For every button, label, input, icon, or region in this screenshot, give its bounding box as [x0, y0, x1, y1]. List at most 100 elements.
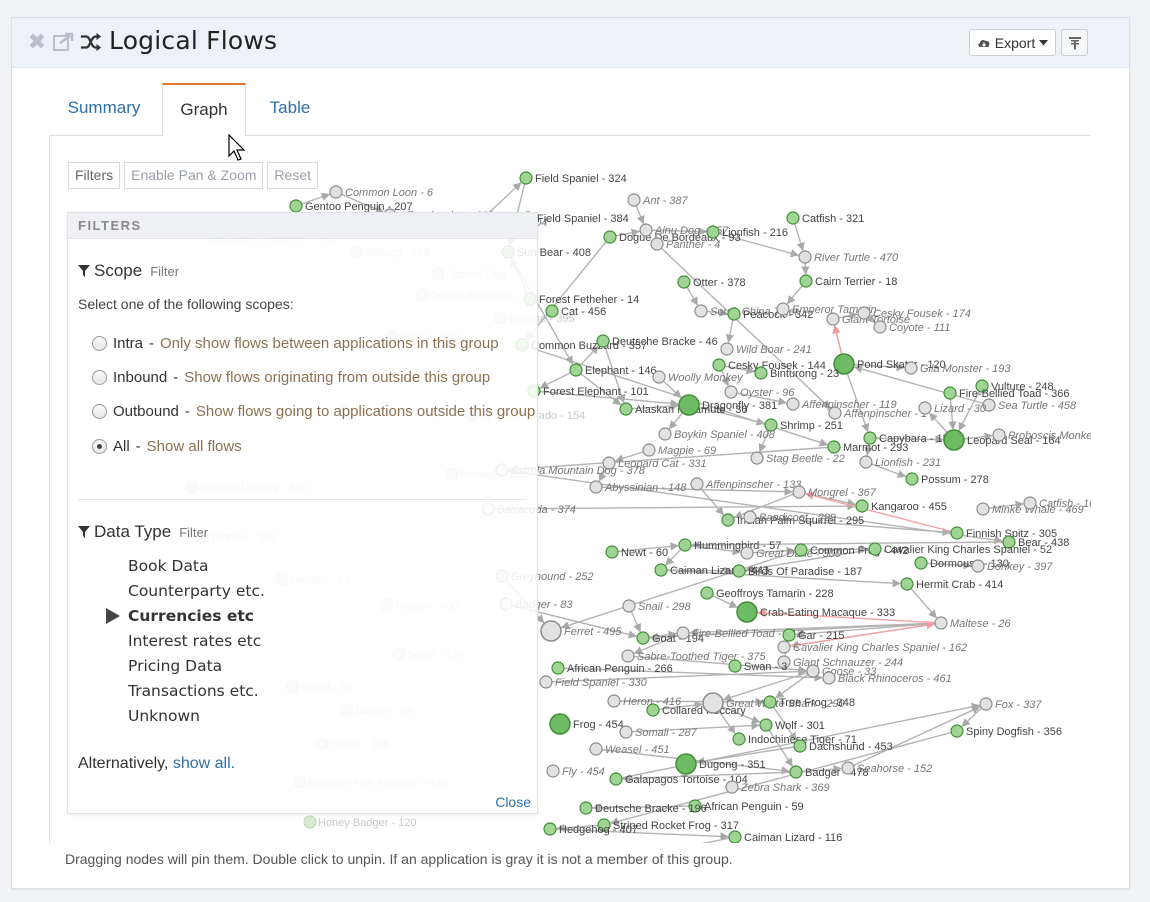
- graph-node[interactable]: [855, 499, 869, 513]
- graph-node[interactable]: [725, 780, 739, 794]
- graph-node[interactable]: [750, 451, 764, 465]
- graph-node[interactable]: [678, 538, 692, 552]
- graph-node[interactable]: [605, 545, 619, 559]
- graph-node[interactable]: [607, 694, 621, 708]
- graph-node[interactable]: [712, 358, 726, 372]
- graph-node[interactable]: [539, 675, 553, 689]
- graph-node[interactable]: [546, 764, 560, 778]
- graph-node[interactable]: [904, 361, 918, 375]
- graph-node[interactable]: [720, 342, 734, 356]
- graph-node[interactable]: [636, 631, 650, 645]
- graph-node[interactable]: [777, 640, 791, 654]
- graph-node[interactable]: [841, 761, 855, 775]
- graph-node[interactable]: [289, 199, 303, 213]
- close-filters-link[interactable]: Close: [495, 794, 531, 810]
- graph-node[interactable]: [622, 599, 636, 613]
- graph-node[interactable]: [792, 485, 806, 499]
- graph-node[interactable]: [621, 649, 635, 663]
- graph-node[interactable]: [721, 513, 735, 527]
- graph-node[interactable]: [918, 401, 932, 415]
- graph-node[interactable]: [678, 394, 700, 416]
- graph-node[interactable]: [826, 312, 840, 326]
- graph-node[interactable]: [859, 455, 873, 469]
- graph-node[interactable]: [551, 661, 565, 675]
- data-type-item[interactable]: Counterparty etc.: [128, 582, 265, 607]
- graph-node[interactable]: [782, 628, 796, 642]
- tab-graph[interactable]: Graph: [162, 83, 246, 137]
- graph-node[interactable]: [798, 250, 812, 264]
- scope-option-intra[interactable]: Intra - Only show flows between applicat…: [92, 335, 499, 352]
- tab-summary[interactable]: Summary: [57, 83, 151, 136]
- graph-node[interactable]: [646, 703, 660, 717]
- graph-node[interactable]: [706, 225, 720, 239]
- graph-node[interactable]: [619, 402, 633, 416]
- graph-node[interactable]: [676, 626, 690, 640]
- graph-node[interactable]: [857, 306, 871, 320]
- graph-node[interactable]: [677, 275, 691, 289]
- graph-node[interactable]: [786, 397, 800, 411]
- tab-table[interactable]: Table: [257, 83, 323, 136]
- graph-node[interactable]: [329, 185, 343, 199]
- graph-node[interactable]: [763, 695, 777, 709]
- graph-node[interactable]: [743, 510, 757, 524]
- graph-node[interactable]: [827, 440, 841, 454]
- data-type-item-selected[interactable]: Currencies etc: [106, 607, 265, 632]
- scope-option-inbound[interactable]: Inbound - Show flows originating from ou…: [92, 369, 490, 386]
- graph-node[interactable]: [873, 320, 887, 334]
- close-icon[interactable]: ✖: [26, 31, 48, 53]
- graph-node[interactable]: [728, 830, 742, 843]
- graph-node[interactable]: [914, 556, 928, 570]
- graph-node[interactable]: [724, 385, 738, 399]
- graph-node[interactable]: [794, 543, 808, 557]
- scope-option-all[interactable]: All - Show all flows: [92, 438, 242, 455]
- graph-node[interactable]: [596, 334, 610, 348]
- graph-node[interactable]: [992, 428, 1006, 442]
- graph-node[interactable]: [545, 304, 559, 318]
- reset-button[interactable]: Reset: [267, 162, 318, 189]
- radio-all[interactable]: [92, 439, 107, 454]
- data-type-item[interactable]: Pricing Data: [128, 657, 265, 682]
- radio-intra[interactable]: [92, 336, 107, 351]
- pan-zoom-button[interactable]: Enable Pan & Zoom: [124, 162, 264, 189]
- data-type-item[interactable]: Book Data: [128, 557, 265, 582]
- graph-node[interactable]: [650, 237, 664, 251]
- graph-node[interactable]: [700, 586, 714, 600]
- data-type-item[interactable]: Transactions etc.: [128, 682, 265, 707]
- graph-node[interactable]: [950, 724, 964, 738]
- graph-node[interactable]: [950, 526, 964, 540]
- graph-node[interactable]: [627, 193, 641, 207]
- graph-node[interactable]: [694, 304, 708, 318]
- graph-node[interactable]: [654, 563, 668, 577]
- filters-button[interactable]: Filters: [68, 162, 121, 189]
- graph-node[interactable]: [900, 577, 914, 591]
- graph-node[interactable]: [728, 659, 742, 673]
- graph-node[interactable]: [609, 772, 623, 786]
- graph-node[interactable]: [786, 211, 800, 225]
- graph-node[interactable]: [549, 713, 571, 735]
- graph-node[interactable]: [789, 765, 803, 779]
- graph-node[interactable]: [905, 472, 919, 486]
- graph-node[interactable]: [740, 546, 754, 560]
- graph-node[interactable]: [776, 302, 790, 316]
- graph-node[interactable]: [822, 671, 836, 685]
- pin-button[interactable]: [1061, 29, 1088, 56]
- graph-node[interactable]: [543, 822, 557, 836]
- export-button[interactable]: Export: [969, 29, 1056, 56]
- scope-option-outbound[interactable]: Outbound - Show flows going to applicati…: [92, 403, 535, 420]
- graph-node[interactable]: [759, 718, 773, 732]
- graph-node[interactable]: [658, 427, 672, 441]
- graph-node[interactable]: [868, 542, 882, 556]
- graph-node[interactable]: [943, 429, 965, 451]
- graph-node[interactable]: [754, 366, 768, 380]
- show-all-link[interactable]: show all.: [173, 755, 235, 772]
- graph-node[interactable]: [540, 620, 562, 642]
- graph-node[interactable]: [732, 732, 746, 746]
- graph-node[interactable]: [799, 274, 813, 288]
- graph-node[interactable]: [619, 725, 633, 739]
- graph-node[interactable]: [971, 559, 985, 573]
- graph-node[interactable]: [1023, 496, 1037, 510]
- data-type-item[interactable]: Unknown: [128, 707, 265, 732]
- share-icon[interactable]: [52, 31, 74, 53]
- graph-node[interactable]: [690, 477, 704, 491]
- graph-node[interactable]: [589, 742, 603, 756]
